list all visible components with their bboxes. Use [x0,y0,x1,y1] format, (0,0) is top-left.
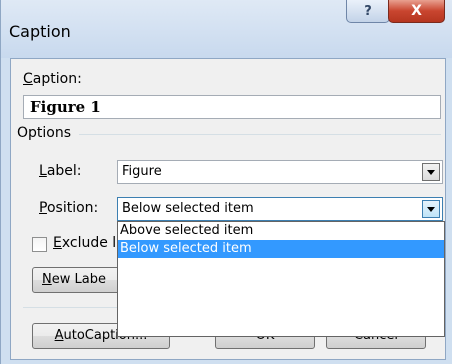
position-field-label: Position: [39,200,99,216]
options-divider [79,134,441,135]
label-select-arrow[interactable] [422,163,440,181]
help-button[interactable]: ? [346,0,390,23]
close-button[interactable]: X [388,0,445,23]
help-icon: ? [364,3,372,19]
exclude-label-text: Exclude l [53,235,117,251]
label-select[interactable]: Figure [117,160,443,184]
label-select-value: Figure [122,164,162,179]
chevron-down-icon [427,169,435,175]
position-dropdown-list: Above selected item Below selected item [117,221,445,337]
position-select[interactable]: Below selected item [117,197,443,221]
chevron-down-icon [427,206,435,212]
position-select-arrow[interactable] [422,200,440,218]
caption-label: Caption: [23,71,82,87]
label-field-label: Label: [39,163,82,179]
title-bar[interactable]: Caption ? X [1,0,452,58]
position-option-below[interactable]: Below selected item [118,240,444,258]
dialog-body: Caption: Figure 1 Options Label: Figure … [10,58,446,360]
options-group-label: Options [17,125,72,141]
position-select-value: Below selected item [122,201,254,216]
exclude-label-checkbox[interactable] [32,237,47,252]
position-option-above[interactable]: Above selected item [118,222,444,240]
caption-dialog: Caption ? X Caption: Figure 1 Options La… [0,0,452,364]
close-icon: X [411,3,422,19]
caption-input[interactable]: Figure 1 [23,95,441,119]
window-title: Caption [9,22,71,41]
